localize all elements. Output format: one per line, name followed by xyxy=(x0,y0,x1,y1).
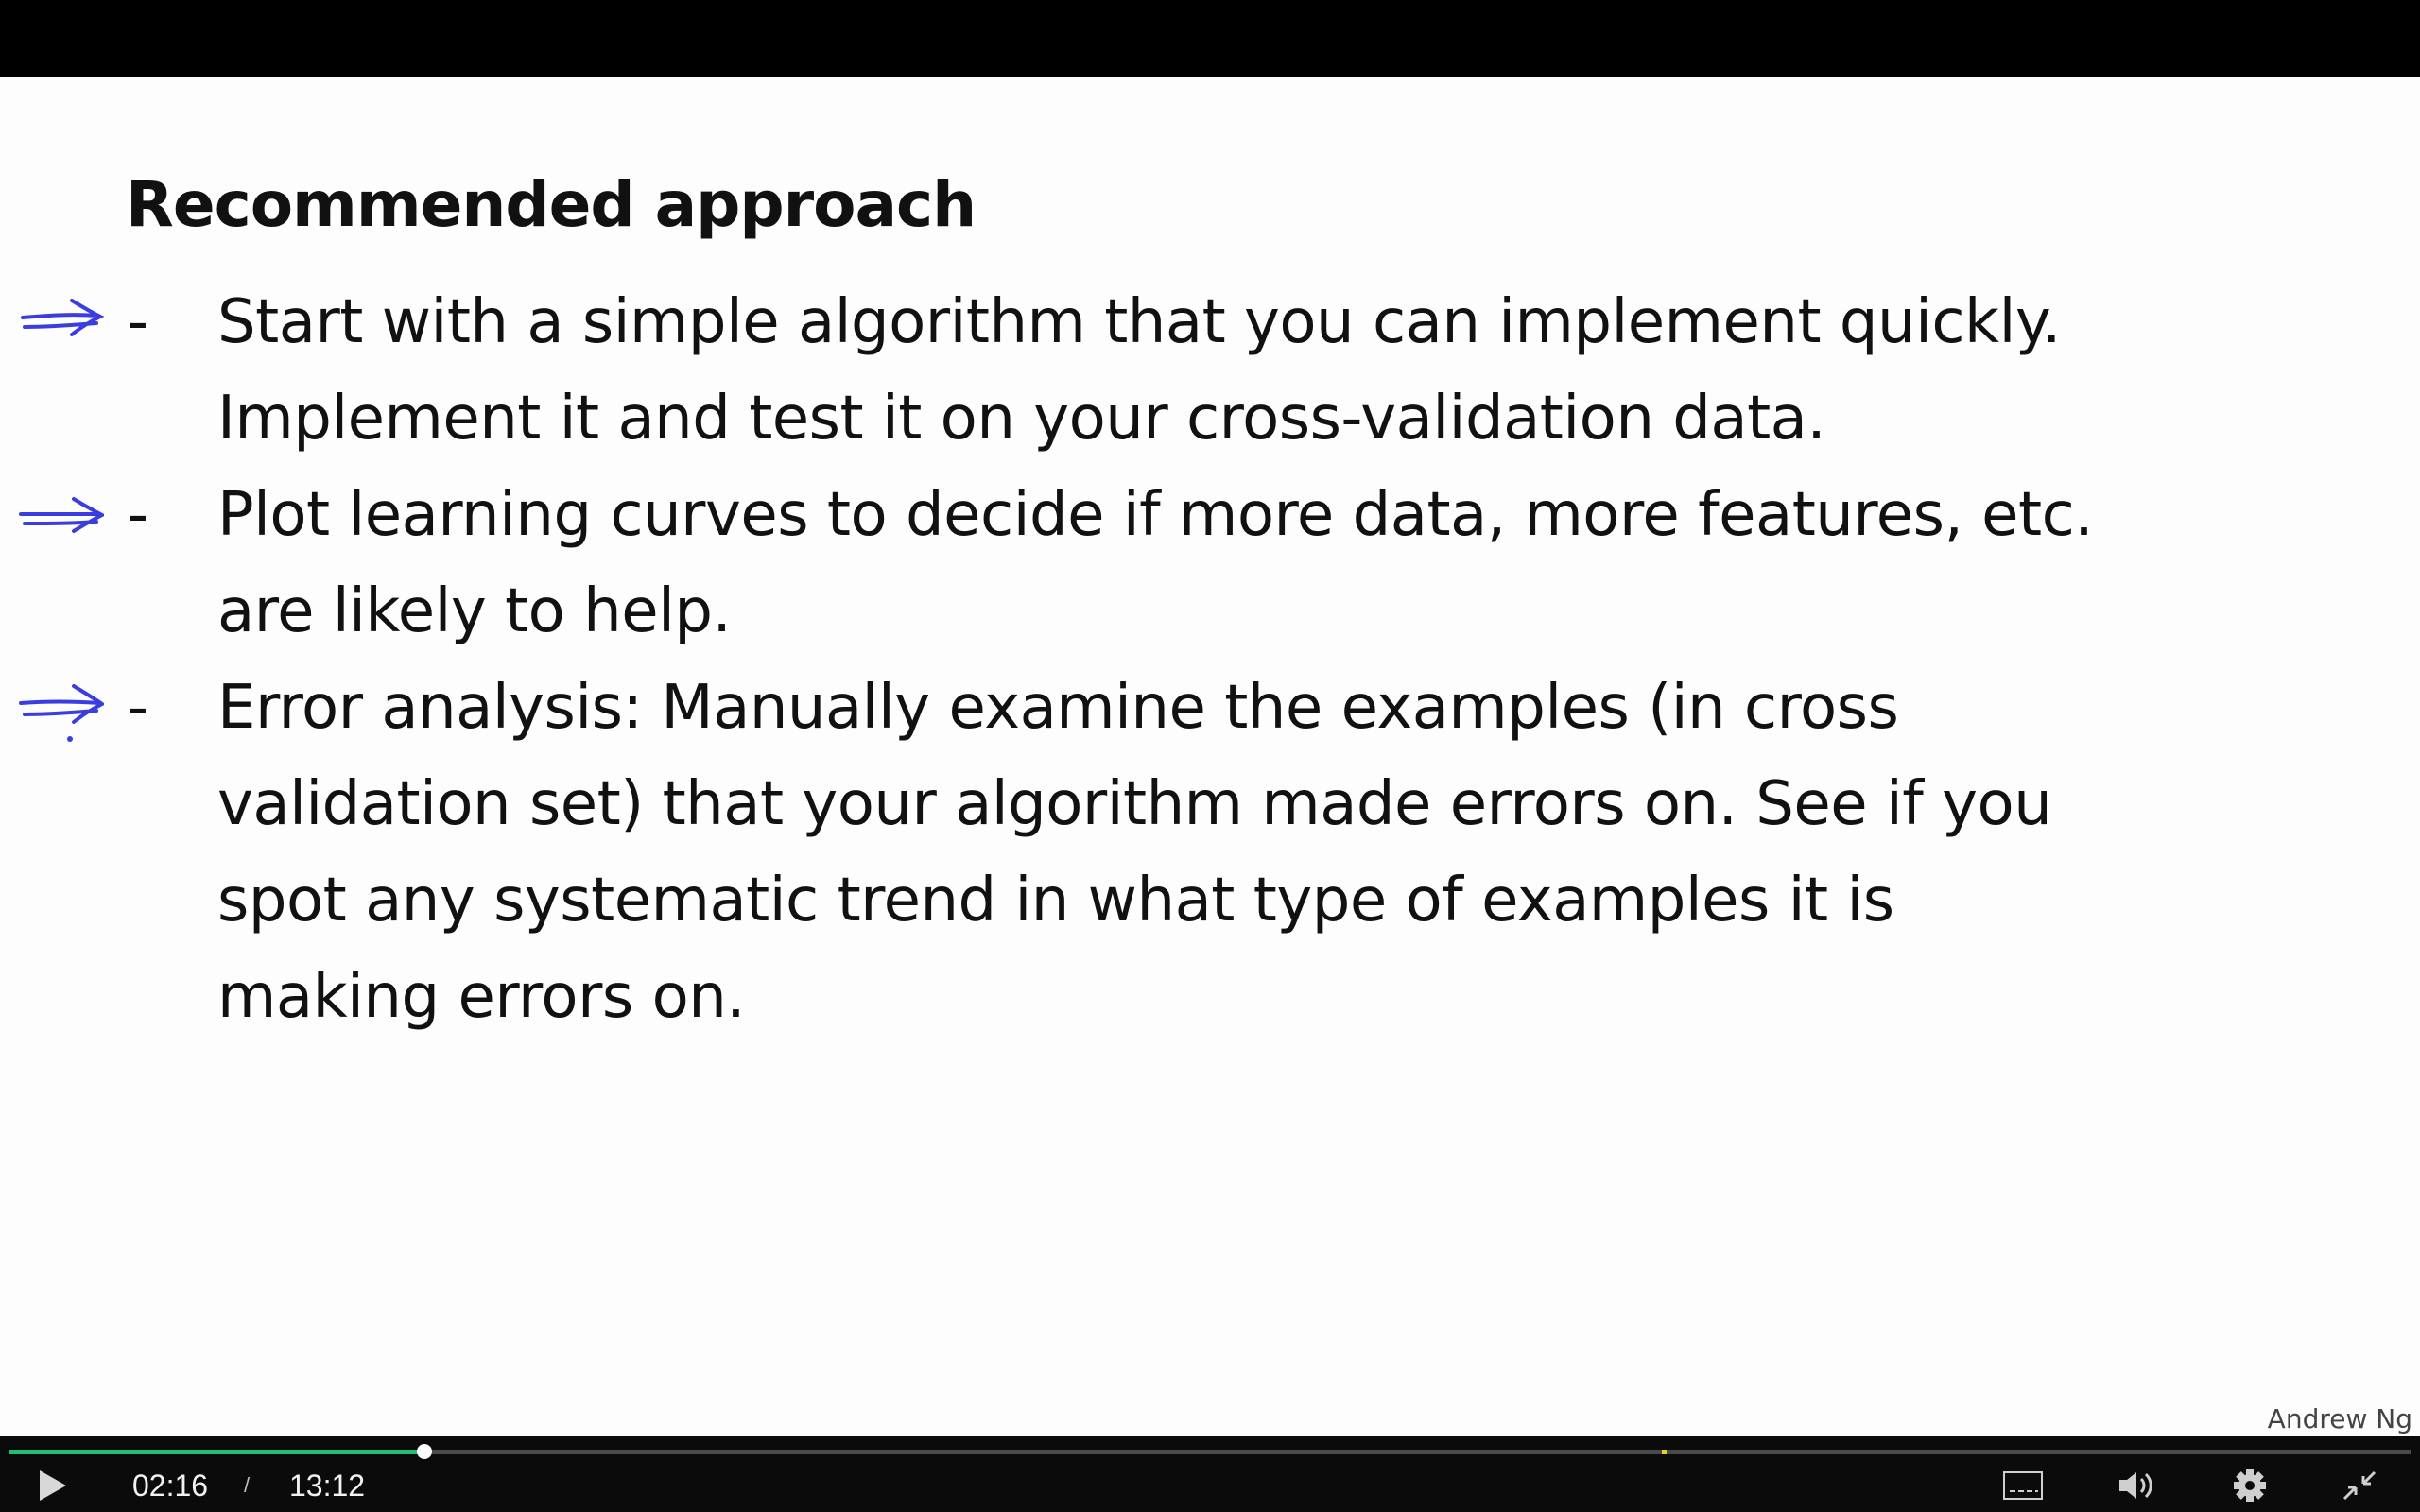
play-icon[interactable] xyxy=(34,1465,72,1506)
bullet-dash: - xyxy=(127,480,149,550)
handwritten-arrow-icon xyxy=(19,497,104,533)
handwritten-arrow-icon xyxy=(19,684,104,742)
bullet-dash: - xyxy=(127,673,149,743)
top-letterbox-bar xyxy=(0,0,2420,77)
settings-icon[interactable] xyxy=(2227,1465,2273,1506)
volume-icon[interactable] xyxy=(2114,1465,2159,1506)
bullet-line: making errors on. xyxy=(217,962,746,1032)
time-separator: / xyxy=(244,1473,251,1497)
exit-fullscreen-icon[interactable] xyxy=(2337,1465,2382,1506)
bullet-line: Plot learning curves to decide if more d… xyxy=(217,480,2094,550)
bullet-line: spot any systematic trend in what type o… xyxy=(217,866,1894,936)
bullet-line: Start with a simple algorithm that you c… xyxy=(217,287,2061,357)
slide-credit: Andrew Ng xyxy=(2267,1403,2412,1435)
progress-chapter-marker xyxy=(1661,1450,1667,1454)
progress-played xyxy=(9,1450,424,1454)
bullet-dash: - xyxy=(127,287,149,357)
progress-scrubber-handle[interactable] xyxy=(416,1444,432,1459)
slide-title: Recommended approach xyxy=(126,168,977,241)
captions-icon[interactable] xyxy=(2000,1465,2046,1506)
bullet-line: Implement it and test it on your cross-v… xyxy=(217,384,1826,454)
current-time: 02:16 xyxy=(132,1469,209,1503)
total-duration: 13:12 xyxy=(289,1469,366,1503)
handwritten-arrow-icon xyxy=(21,299,104,336)
bullet-item: - Error analysis: Manually examine the e… xyxy=(0,660,2420,1032)
bullet-item: - Start with a simple algorithm that you… xyxy=(0,274,2420,454)
bullet-line: validation set) that your algorithm made… xyxy=(217,769,2052,839)
lecture-slide: Recommended approach - Start with a simp… xyxy=(0,77,2420,1438)
bullet-line: Error analysis: Manually examine the exa… xyxy=(217,673,1899,743)
video-player-controls: 02:16 / 13:12 xyxy=(0,1436,2420,1512)
bullet-item: - Plot learning curves to decide if more… xyxy=(0,467,2420,646)
bullet-line: are likely to help. xyxy=(217,576,732,646)
progress-bar[interactable] xyxy=(9,1444,2411,1459)
